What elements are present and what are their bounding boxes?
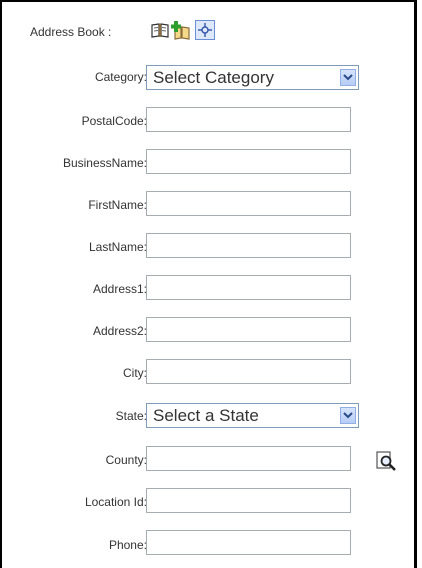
address1-label: Address1: xyxy=(92,282,147,296)
phone-field[interactable] xyxy=(146,530,351,555)
category-label: Category: xyxy=(94,70,147,84)
state-selected-value: Select a State xyxy=(153,406,259,425)
address2-field[interactable] xyxy=(146,317,351,342)
postal-code-field[interactable] xyxy=(146,107,351,132)
business-name-label: BusinessName: xyxy=(62,156,147,170)
open-book-icon[interactable] xyxy=(150,20,170,40)
county-label: County: xyxy=(105,453,147,467)
location-id-field[interactable] xyxy=(146,488,351,513)
last-name-label: LastName: xyxy=(88,240,147,254)
state-label: State: xyxy=(115,409,147,423)
address2-label: Address2: xyxy=(92,324,147,338)
location-id-label: Location Id: xyxy=(84,495,147,509)
phone-label: Phone: xyxy=(108,538,147,552)
category-select[interactable]: Select Category xyxy=(146,65,359,90)
business-name-field[interactable] xyxy=(146,149,351,174)
category-selected-value: Select Category xyxy=(153,68,274,87)
address1-field[interactable] xyxy=(146,275,351,300)
state-select[interactable]: Select a State xyxy=(146,403,359,428)
add-book-icon[interactable] xyxy=(171,20,191,40)
city-field[interactable] xyxy=(146,359,351,384)
chevron-down-icon[interactable] xyxy=(340,407,356,424)
locate-icon[interactable] xyxy=(195,20,215,40)
chevron-down-icon[interactable] xyxy=(340,69,356,86)
magnifier-lookup-icon[interactable] xyxy=(376,451,398,471)
first-name-label: FirstName: xyxy=(88,198,147,212)
address-book-label: Address Book : xyxy=(30,25,112,39)
postal-code-label: PostalCode: xyxy=(81,114,147,128)
first-name-field[interactable] xyxy=(146,191,351,216)
last-name-field[interactable] xyxy=(146,233,351,258)
city-label: City: xyxy=(123,366,147,380)
county-field[interactable] xyxy=(146,446,351,471)
